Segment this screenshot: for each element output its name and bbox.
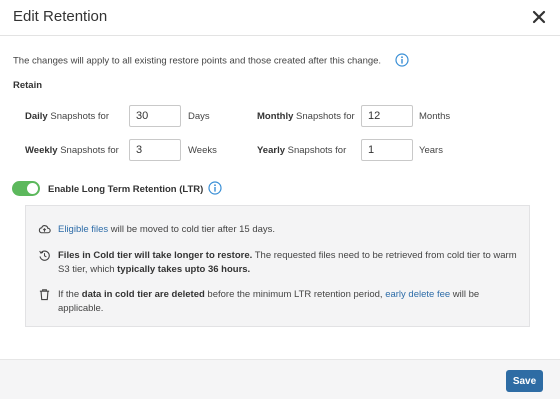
weekly-label: Weekly Snapshots for — [25, 145, 119, 156]
restore-clock-icon — [39, 250, 50, 261]
daily-label: Daily Snapshots for — [25, 111, 109, 122]
dialog-footer: Save — [0, 359, 560, 399]
dialog-title: Edit Retention — [13, 8, 108, 25]
yearly-unit: Years — [419, 145, 443, 156]
ltr-toggle[interactable] — [12, 181, 40, 196]
trash-icon — [39, 289, 50, 301]
weekly-snapshots-input[interactable] — [129, 139, 181, 161]
save-button[interactable]: Save — [506, 370, 543, 392]
description-text: The changes will apply to all existing r… — [13, 53, 409, 67]
yearly-snapshots-input[interactable] — [361, 139, 413, 161]
daily-unit: Days — [188, 111, 210, 122]
monthly-label: Monthly Snapshots for — [257, 111, 355, 122]
description-label: The changes will apply to all existing r… — [13, 55, 382, 67]
ltr-info-icon[interactable] — [208, 181, 222, 195]
toggle-knob — [27, 183, 38, 194]
ltr-row-eligible-text: Eligible files will be moved to cold tie… — [58, 224, 276, 235]
cloud-upload-icon — [38, 225, 51, 234]
eligible-files-link[interactable]: Eligible files — [58, 224, 108, 235]
ltr-label: Enable Long Term Retention (LTR) — [48, 184, 204, 195]
yearly-label: Yearly Snapshots for — [257, 145, 347, 156]
info-icon[interactable] — [395, 53, 409, 67]
early-delete-fee-link[interactable]: early delete fee — [385, 289, 450, 300]
monthly-snapshots-input[interactable] — [361, 105, 413, 127]
weekly-unit: Weeks — [188, 145, 217, 156]
ltr-row-delete-text: If the data in cold tier are deleted bef… — [58, 289, 480, 314]
retain-label: Retain — [13, 80, 43, 91]
ltr-info-box: Eligible files will be moved to cold tie… — [25, 205, 530, 327]
dialog-header: Edit Retention — [0, 0, 560, 36]
monthly-unit: Months — [419, 111, 451, 122]
close-icon[interactable] — [532, 10, 546, 24]
daily-snapshots-input[interactable] — [129, 105, 181, 127]
ltr-row-restore-text: Files in Cold tier will take longer to r… — [58, 250, 517, 275]
